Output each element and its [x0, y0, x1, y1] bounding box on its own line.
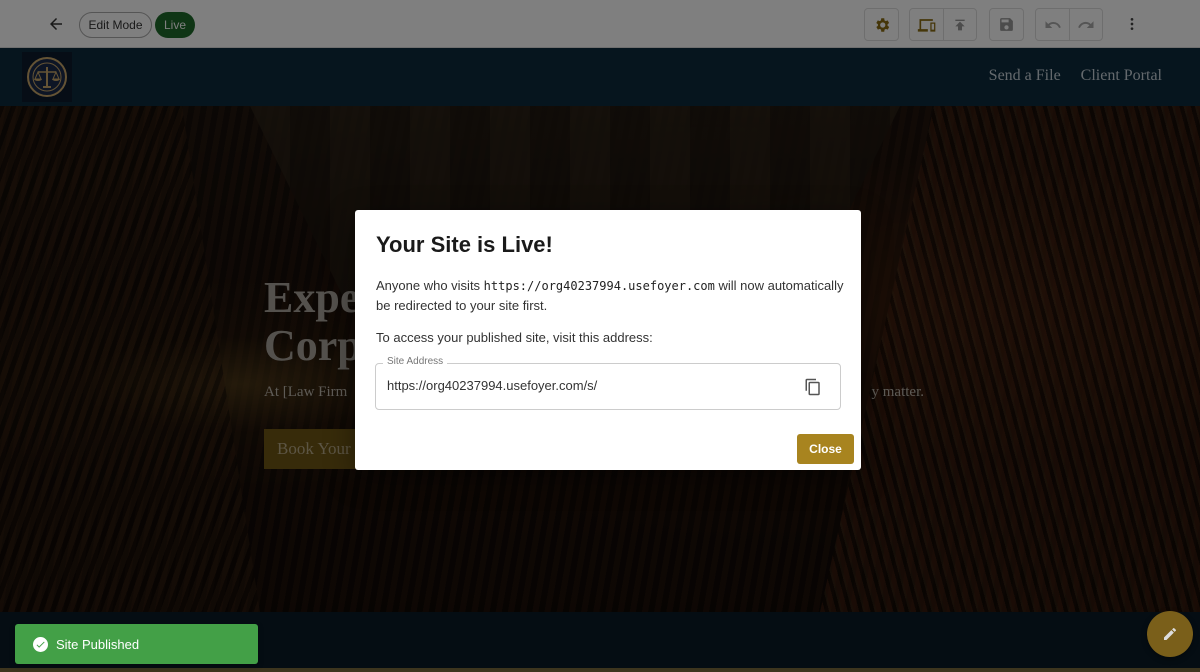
copy-button[interactable] — [802, 376, 824, 398]
copy-icon — [805, 378, 820, 396]
page: Edit Mode Live — [0, 0, 1200, 672]
site-live-dialog: Your Site is Live! Anyone who visits htt… — [355, 210, 861, 470]
site-address-field: Site Address — [375, 356, 841, 410]
dialog-title: Your Site is Live! — [376, 232, 553, 257]
redirect-text-before: Anyone who visits — [376, 278, 484, 293]
site-address-input[interactable] — [387, 378, 787, 393]
dialog-redirect-text: Anyone who visits https://org40237994.us… — [376, 276, 846, 316]
edit-fab[interactable] — [1147, 611, 1193, 657]
org-url: https://org40237994.usefoyer.com — [483, 279, 715, 293]
site-published-toast: Site Published — [15, 624, 258, 664]
check-circle-icon — [33, 636, 48, 652]
dialog-access-text: To access your published site, visit thi… — [376, 330, 653, 345]
pencil-icon — [1164, 627, 1176, 640]
close-button[interactable]: Close — [797, 434, 854, 464]
site-address-label: Site Address — [383, 356, 448, 367]
toast-message: Site Published — [56, 636, 140, 652]
